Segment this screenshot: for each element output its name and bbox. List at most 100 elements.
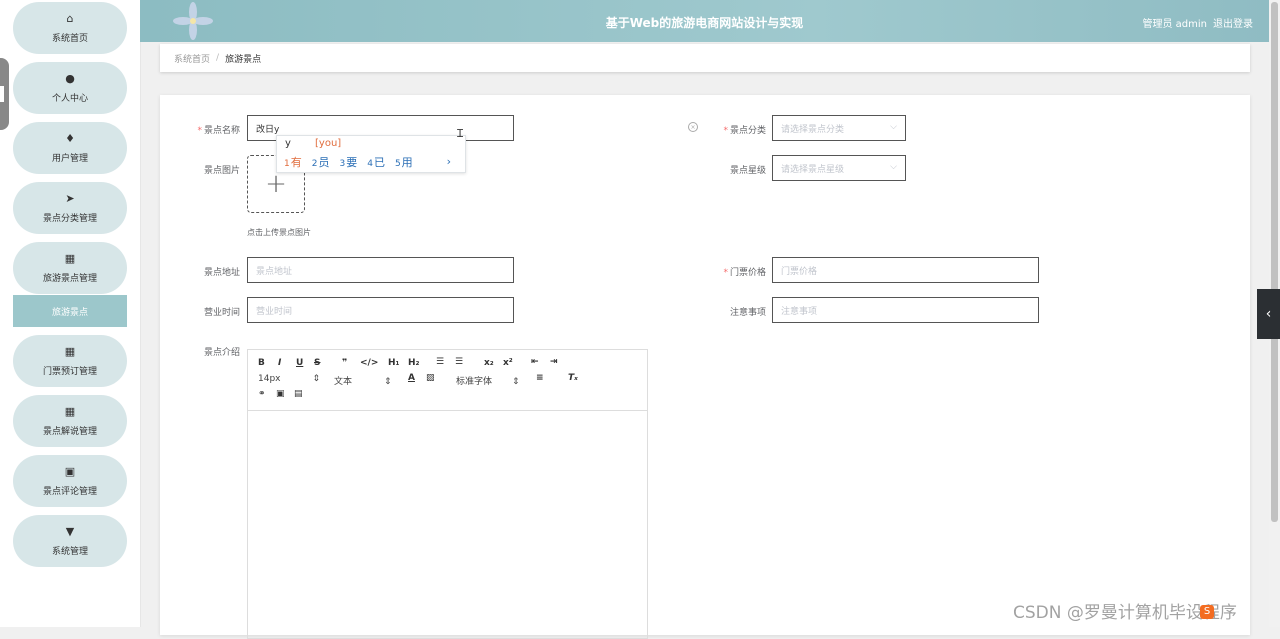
chevron-left-icon[interactable]: ‹: [1257, 289, 1280, 339]
font-color-icon[interactable]: A: [408, 373, 415, 383]
clear-format-icon[interactable]: Tₓ: [568, 373, 578, 383]
name-label: * 景点名称: [197, 126, 240, 136]
ime-candidate[interactable]: 4已: [367, 154, 385, 170]
grid-icon: ▦: [64, 404, 76, 418]
sidebar-item-comments[interactable]: ▣ 景点评论管理: [13, 455, 127, 507]
notes-input[interactable]: 注意事项: [772, 297, 1039, 323]
user-area: 管理员 admin 退出登录: [1136, 15, 1253, 30]
font-size-select[interactable]: 14px ⇕: [258, 374, 320, 384]
subscript-icon[interactable]: x₂: [484, 358, 494, 368]
editor-content-area[interactable]: [248, 411, 647, 639]
sidebar-item-tickets[interactable]: ▦ 门票预订管理: [13, 335, 127, 387]
grid-icon: ▦: [64, 251, 76, 265]
link-icon[interactable]: ⚭: [258, 389, 266, 399]
intro-label: 景点介绍: [203, 348, 240, 358]
outdent-icon[interactable]: ⇤: [531, 357, 539, 367]
category-label: * 景点分类: [723, 126, 766, 136]
image-icon[interactable]: ▣: [276, 389, 285, 399]
breadcrumb-home[interactable]: 系统首页: [174, 52, 210, 65]
ime-candidate[interactable]: 3要: [339, 154, 357, 170]
clipboard-icon: ▣: [64, 464, 76, 478]
italic-icon[interactable]: I: [278, 358, 281, 368]
video-icon[interactable]: ▤: [294, 389, 303, 399]
header: 基于Web的旅游电商网站设计与实现 管理员 admin 退出登录: [140, 0, 1269, 42]
align-icon[interactable]: ≡: [536, 373, 544, 383]
address-input[interactable]: 景点地址: [247, 257, 514, 283]
level-label: 景点星级: [729, 166, 766, 176]
sidebar-item-label: 旅游景点管理: [42, 273, 97, 284]
level-select[interactable]: 请选择景点星级 ⌵: [772, 155, 906, 181]
sidebar-item-home[interactable]: ⌂ 系统首页: [13, 2, 127, 54]
upload-hint: 点击上传景点图片: [247, 228, 311, 237]
page-title: 基于Web的旅游电商网站设计与实现: [605, 16, 804, 30]
sidebar-subitem-scenic-spots[interactable]: 旅游景点: [13, 295, 127, 327]
ime-next-page-icon[interactable]: ›: [447, 155, 451, 168]
sidebar-item-label: 门票预订管理: [42, 366, 97, 377]
bullet-list-icon[interactable]: ☰: [455, 357, 463, 367]
hours-input[interactable]: 营业时间: [247, 297, 514, 323]
sidebar-item-narration[interactable]: ▦ 景点解说管理: [13, 395, 127, 447]
sidebar-item-users[interactable]: ♦ 用户管理: [13, 122, 127, 174]
quote-icon[interactable]: ❞: [342, 358, 347, 368]
plus-icon: +: [265, 169, 287, 199]
sidebar-item-label: 系统管理: [51, 546, 88, 557]
code-icon[interactable]: </>: [360, 358, 378, 368]
ime-composition: y: [285, 138, 291, 149]
strike-icon[interactable]: S: [314, 358, 320, 368]
grid-icon: ▦: [64, 344, 76, 358]
ime-candidate-popup: y [you] 1有 2员 3要 4已 5用 ›: [276, 135, 466, 173]
superscript-icon[interactable]: x²: [503, 358, 513, 368]
breadcrumb-current: 旅游景点: [225, 54, 262, 65]
pin-icon: ♦: [65, 131, 75, 145]
setting-icon: ▼: [65, 524, 75, 538]
image-label: 景点图片: [203, 166, 240, 176]
chevron-down-icon: ⌵: [890, 122, 897, 132]
heading1-icon[interactable]: H₁: [388, 358, 399, 368]
price-input[interactable]: 门票价格: [772, 257, 1039, 283]
ime-candidate[interactable]: 2员: [312, 154, 330, 170]
sidebar-item-scenic[interactable]: ▦ 旅游景点管理: [13, 242, 127, 294]
sogou-icon: S: [1200, 605, 1214, 619]
ime-tray[interactable]: S: [1200, 605, 1268, 625]
breadcrumb-separator: /: [216, 53, 220, 63]
sidebar-item-label: 景点分类管理: [42, 213, 97, 224]
bold-icon[interactable]: B: [258, 358, 265, 368]
ordered-list-icon[interactable]: ☰: [436, 357, 444, 367]
notes-label: 注意事项: [729, 308, 766, 318]
ime-candidate[interactable]: 1有: [284, 154, 302, 170]
sidebar-item-system[interactable]: ▼ 系统管理: [13, 515, 127, 567]
sidebar-item-label: 用户管理: [51, 153, 88, 164]
send-icon: ➤: [65, 191, 75, 205]
hours-label: 营业时间: [203, 308, 240, 318]
heading2-icon[interactable]: H₂: [408, 358, 419, 368]
text-style-select[interactable]: 文本 ⇕: [334, 374, 392, 387]
editor-toolbar: B I U S ❞ </> H₁ H₂ ☰ ☰ x₂ x² ⇤ ⇥ 14px ⇕ …: [248, 350, 647, 411]
form-card: * 景点名称 改日y × * 景点分类 请选择景点分类 ⌵ 景点图片 + 点击上传景点…: [160, 95, 1250, 639]
chevron-down-icon: ⌵: [890, 162, 897, 172]
underline-icon[interactable]: U: [296, 358, 303, 368]
font-family-select[interactable]: 标准字体 ⇕: [456, 374, 520, 387]
scrollbar-thumb[interactable]: [1271, 2, 1278, 522]
price-label: * 门票价格: [723, 268, 766, 278]
sidebar-item-category[interactable]: ➤ 景点分类管理: [13, 182, 127, 234]
home-icon: ⌂: [66, 11, 74, 25]
indent-icon[interactable]: ⇥: [550, 357, 558, 367]
ime-candidates: 1有 2员 3要 4已 5用: [284, 154, 413, 170]
breadcrumb: 系统首页 / 旅游景点: [160, 44, 1250, 72]
ime-pinyin: [you]: [315, 138, 342, 149]
sidebar-item-label: 景点评论管理: [42, 486, 97, 497]
user-icon: ●: [65, 71, 75, 85]
rich-text-editor: B I U S ❞ </> H₁ H₂ ☰ ☰ x₂ x² ⇤ ⇥ 14px ⇕ …: [247, 349, 648, 639]
background-color-icon[interactable]: ▨: [426, 373, 435, 383]
ime-candidate[interactable]: 5用: [395, 154, 413, 170]
logout-link[interactable]: 退出登录: [1213, 19, 1253, 30]
left-collapse-tab[interactable]: [0, 58, 9, 130]
user-name: 管理员 admin: [1142, 19, 1207, 30]
text-cursor-icon: Ɪ: [457, 127, 464, 140]
sidebar-item-profile[interactable]: ● 个人中心: [13, 62, 127, 114]
sidebar: ⌂ 系统首页 ● 个人中心 ♦ 用户管理 ➤ 景点分类管理 ▦ 旅游景点管理 旅游景点 ▦…: [0, 0, 141, 627]
category-select[interactable]: 请选择景点分类 ⌵: [772, 115, 906, 141]
sidebar-item-label: 个人中心: [51, 93, 88, 104]
address-label: 景点地址: [203, 268, 240, 278]
sidebar-item-label: 景点解说管理: [42, 426, 97, 437]
